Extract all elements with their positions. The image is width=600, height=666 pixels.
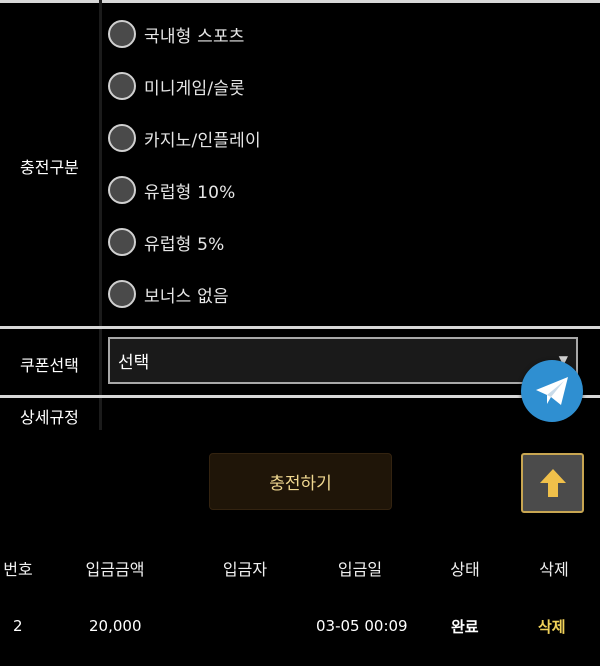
radio-label: 보너스 없음	[144, 286, 229, 307]
radio-option-domestic-sports[interactable]: 국내형 스포츠	[108, 17, 245, 51]
header-amount: 입금금액	[85, 560, 145, 579]
header-depositor: 입금자	[222, 560, 268, 579]
arrow-up-icon	[539, 469, 566, 497]
radio-button[interactable]	[108, 72, 136, 100]
coupon-select[interactable]: 선택 ▼	[108, 337, 578, 384]
header-status: 상태	[450, 560, 480, 579]
charge-type-label: 충전구분	[20, 158, 79, 177]
radio-option-casino-inplay[interactable]: 카지노/인플레이	[108, 121, 261, 155]
radio-option-no-bonus[interactable]: 보너스 없음	[108, 277, 229, 311]
coupon-top-divider	[0, 326, 600, 329]
radio-label: 유럽형 10%	[144, 182, 236, 203]
header-delete: 삭제	[539, 560, 569, 579]
delete-link[interactable]: 삭제	[538, 603, 566, 649]
radio-option-euro-5[interactable]: 유럽형 5%	[108, 225, 225, 259]
charge-form: 충전구분 국내형 스포츠 미니게임/슬롯 카지노/인플레이 유럽형 10% 유럽…	[0, 0, 600, 430]
deposit-history-table: 번호 입금금액 입금자 입금일 상태 삭제 2 20,000 03-05 00:…	[0, 545, 600, 649]
detail-top-divider	[0, 395, 600, 398]
label-column-divider	[99, 0, 102, 430]
detail-rules-label: 상세규정	[20, 408, 79, 427]
charge-button[interactable]: 충전하기	[209, 453, 392, 510]
telegram-button[interactable]	[521, 360, 583, 422]
radio-button[interactable]	[108, 124, 136, 152]
cell-amount: 20,000	[89, 617, 142, 635]
coupon-label: 쿠폰선택	[20, 356, 79, 375]
table-header-row: 번호 입금금액 입금자 입금일 상태 삭제	[0, 545, 600, 591]
cell-date: 03-05 00:09	[316, 617, 408, 635]
coupon-select-value: 선택	[118, 353, 150, 373]
table-row: 2 20,000 03-05 00:09 완료 삭제	[0, 603, 600, 649]
radio-label: 카지노/인플레이	[144, 130, 261, 151]
telegram-icon	[536, 377, 568, 405]
radio-option-minigame-slot[interactable]: 미니게임/슬롯	[108, 69, 245, 103]
cell-status: 완료	[451, 617, 479, 636]
radio-label: 미니게임/슬롯	[144, 78, 245, 99]
scroll-top-button[interactable]	[521, 453, 584, 513]
radio-button[interactable]	[108, 280, 136, 308]
radio-option-euro-10[interactable]: 유럽형 10%	[108, 173, 236, 207]
radio-label: 국내형 스포츠	[144, 26, 245, 47]
radio-label: 유럽형 5%	[144, 234, 225, 255]
radio-button[interactable]	[108, 20, 136, 48]
header-date: 입금일	[337, 560, 383, 579]
top-divider	[0, 0, 600, 3]
radio-button[interactable]	[108, 228, 136, 256]
cell-no: 2	[13, 617, 23, 635]
header-no: 번호	[3, 560, 33, 579]
radio-button[interactable]	[108, 176, 136, 204]
